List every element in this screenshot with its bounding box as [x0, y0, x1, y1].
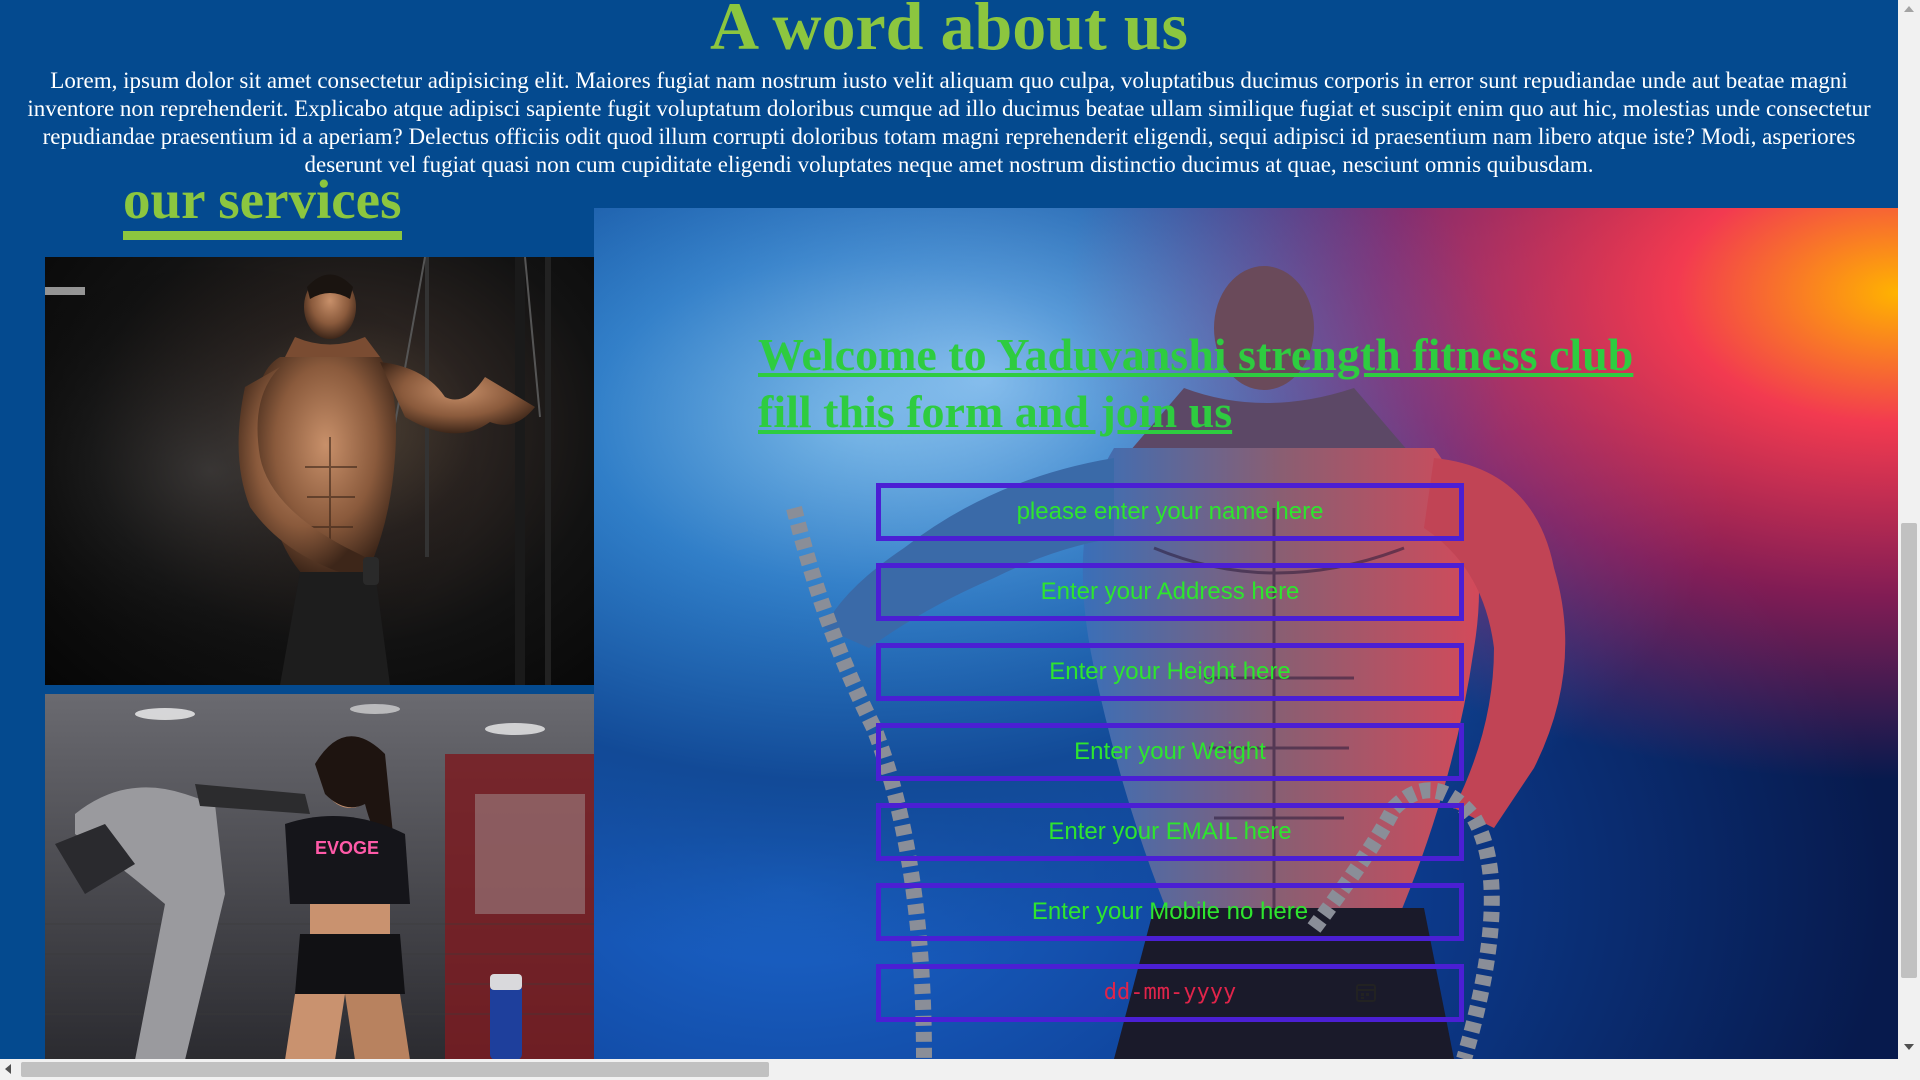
about-title: A word about us — [709, 0, 1189, 64]
svg-text:EVOGE: EVOGE — [315, 838, 379, 858]
horizontal-scrollbar[interactable] — [0, 1059, 1920, 1080]
page: A word about us Lorem, ipsum dolor sit a… — [0, 0, 1898, 1059]
vertical-scrollbar[interactable] — [1898, 0, 1920, 1059]
about-text: Lorem, ipsum dolor sit amet consectetur … — [27, 68, 1871, 177]
join-form-section: Welcome to Yaduvanshi strength fitness c… — [594, 208, 1898, 1059]
vertical-scroll-thumb[interactable] — [1901, 523, 1917, 978]
email-input[interactable]: Enter your EMAIL here — [876, 803, 1464, 861]
height-input[interactable]: Enter your Height here — [876, 643, 1464, 701]
name-input[interactable]: please enter your name here — [876, 483, 1464, 541]
weight-input[interactable]: Enter your Weight — [876, 723, 1464, 781]
horizontal-scroll-thumb[interactable] — [21, 1062, 769, 1077]
service-photo-cable-workout — [45, 257, 595, 685]
date-placeholder: dd-mm-yyyy — [1103, 980, 1237, 1005]
cardio-bike-illustration: EVOGE — [45, 694, 595, 1059]
calendar-icon[interactable] — [1355, 981, 1377, 1003]
services-title: our services — [123, 169, 402, 230]
scroll-down-arrow-icon[interactable] — [1904, 1044, 1914, 1050]
address-input[interactable]: Enter your Address here — [876, 563, 1464, 621]
form-heading: Welcome to Yaduvanshi strength fitness c… — [758, 326, 1758, 440]
scroll-left-arrow-icon[interactable] — [5, 1064, 11, 1074]
form-heading-line2: fill this form and join us — [758, 386, 1233, 437]
scroll-up-arrow-icon[interactable] — [1904, 6, 1914, 12]
date-input[interactable]: dd-mm-yyyy — [876, 964, 1464, 1022]
services-underline — [123, 231, 402, 240]
service-photo-cardio-bike: EVOGE — [45, 694, 595, 1059]
cable-workout-illustration — [45, 257, 595, 685]
form-heading-line1: Welcome to Yaduvanshi strength fitness c… — [758, 329, 1634, 380]
mobile-input[interactable]: Enter your Mobile no here — [876, 883, 1464, 941]
